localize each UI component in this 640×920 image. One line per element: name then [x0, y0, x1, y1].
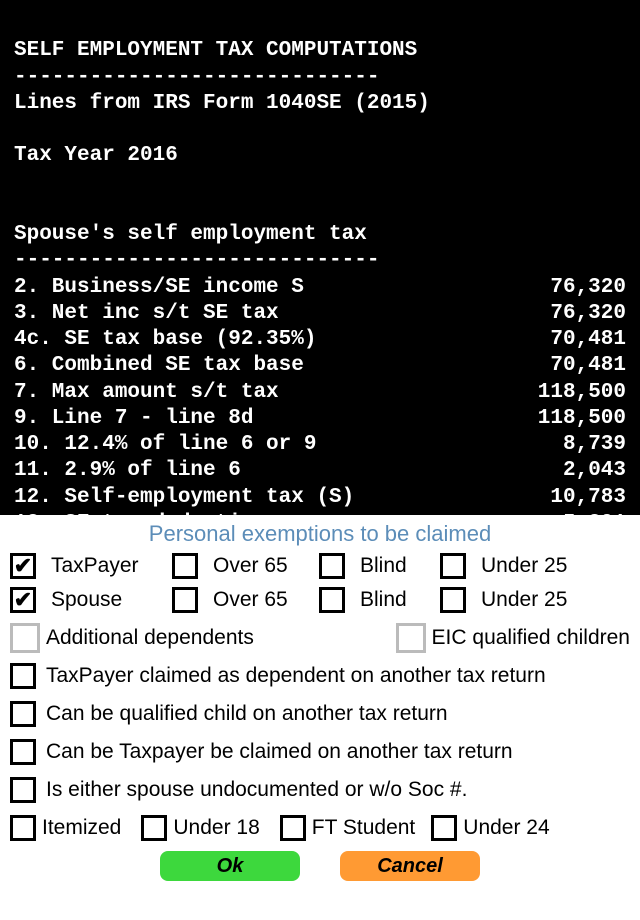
terminal-line: 12. Self-employment tax (S)10,783: [14, 485, 626, 511]
ok-button[interactable]: Ok: [160, 851, 300, 881]
checkbox-undocumented[interactable]: [10, 777, 36, 803]
checkbox-under24[interactable]: [431, 815, 457, 841]
label-blind: Blind: [360, 588, 434, 612]
checkbox-taxpayer-under25[interactable]: [440, 553, 466, 579]
label-undocumented: Is either spouse undocumented or w/o Soc…: [46, 778, 467, 802]
label-taxpayer: TaxPayer: [51, 554, 166, 578]
checkbox-taxpayer-claimed-other[interactable]: [10, 739, 36, 765]
checkbox-itemized[interactable]: [10, 815, 36, 841]
terminal-line: 10. 12.4% of line 6 or 98,739: [14, 432, 626, 458]
label-additional-dependents: Additional dependents: [46, 626, 254, 650]
terminal-line: 6. Combined SE tax base70,481: [14, 353, 626, 379]
terminal-line: 3. Net inc s/t SE tax76,320: [14, 301, 626, 327]
checkbox-additional-dependents[interactable]: [10, 623, 40, 653]
label-taxpayer-claimed-other: Can be Taxpayer be claimed on another ta…: [46, 740, 513, 764]
label-under24: Under 24: [463, 816, 549, 840]
terminal-output: SELF EMPLOYMENT TAX COMPUTATIONS -------…: [0, 0, 640, 515]
checkbox-ft-student[interactable]: [280, 815, 306, 841]
checkbox-taxpayer-blind[interactable]: [319, 553, 345, 579]
label-blind: Blind: [360, 554, 434, 578]
label-qualified-child: Can be qualified child on another tax re…: [46, 702, 448, 726]
checkbox-qualified-child[interactable]: [10, 701, 36, 727]
terminal-taxyear: Tax Year 2016: [14, 144, 178, 167]
checkbox-taxpayer[interactable]: ✔: [10, 553, 36, 579]
checkbox-spouse-over65[interactable]: [172, 587, 198, 613]
terminal-line: 2. Business/SE income S76,320: [14, 275, 626, 301]
label-over65: Over 65: [213, 588, 313, 612]
terminal-title: SELF EMPLOYMENT TAX COMPUTATIONS: [14, 39, 417, 62]
form-title: Personal exemptions to be claimed: [10, 521, 630, 547]
exemptions-form: Personal exemptions to be claimed ✔ TaxP…: [0, 515, 640, 885]
label-under18: Under 18: [173, 816, 259, 840]
terminal-line: 9. Line 7 - line 8d118,500: [14, 406, 626, 432]
checkbox-spouse-under25[interactable]: [440, 587, 466, 613]
checkbox-claimed-dependent[interactable]: [10, 663, 36, 689]
checkbox-spouse-blind[interactable]: [319, 587, 345, 613]
label-over65: Over 65: [213, 554, 313, 578]
checkbox-under18[interactable]: [141, 815, 167, 841]
checkbox-eic-children[interactable]: [396, 623, 426, 653]
label-under25: Under 25: [481, 554, 630, 578]
terminal-line: 4c. SE tax base (92.35%)70,481: [14, 327, 626, 353]
label-claimed-dependent: TaxPayer claimed as dependent on another…: [46, 664, 546, 688]
terminal-rule: -----------------------------: [14, 249, 379, 272]
label-ft-student: FT Student: [312, 816, 416, 840]
cancel-button[interactable]: Cancel: [340, 851, 480, 881]
label-itemized: Itemized: [42, 816, 121, 840]
terminal-line: 7. Max amount s/t tax118,500: [14, 380, 626, 406]
checkbox-spouse[interactable]: ✔: [10, 587, 36, 613]
terminal-subtitle: Lines from IRS Form 1040SE (2015): [14, 92, 430, 115]
terminal-rule: -----------------------------: [14, 66, 379, 89]
terminal-section: Spouse's self employment tax: [14, 223, 367, 246]
checkbox-taxpayer-over65[interactable]: [172, 553, 198, 579]
label-eic-children: EIC qualified children: [432, 626, 630, 650]
label-spouse: Spouse: [51, 588, 166, 612]
label-under25: Under 25: [481, 588, 630, 612]
terminal-line: 11. 2.9% of line 62,043: [14, 458, 626, 484]
